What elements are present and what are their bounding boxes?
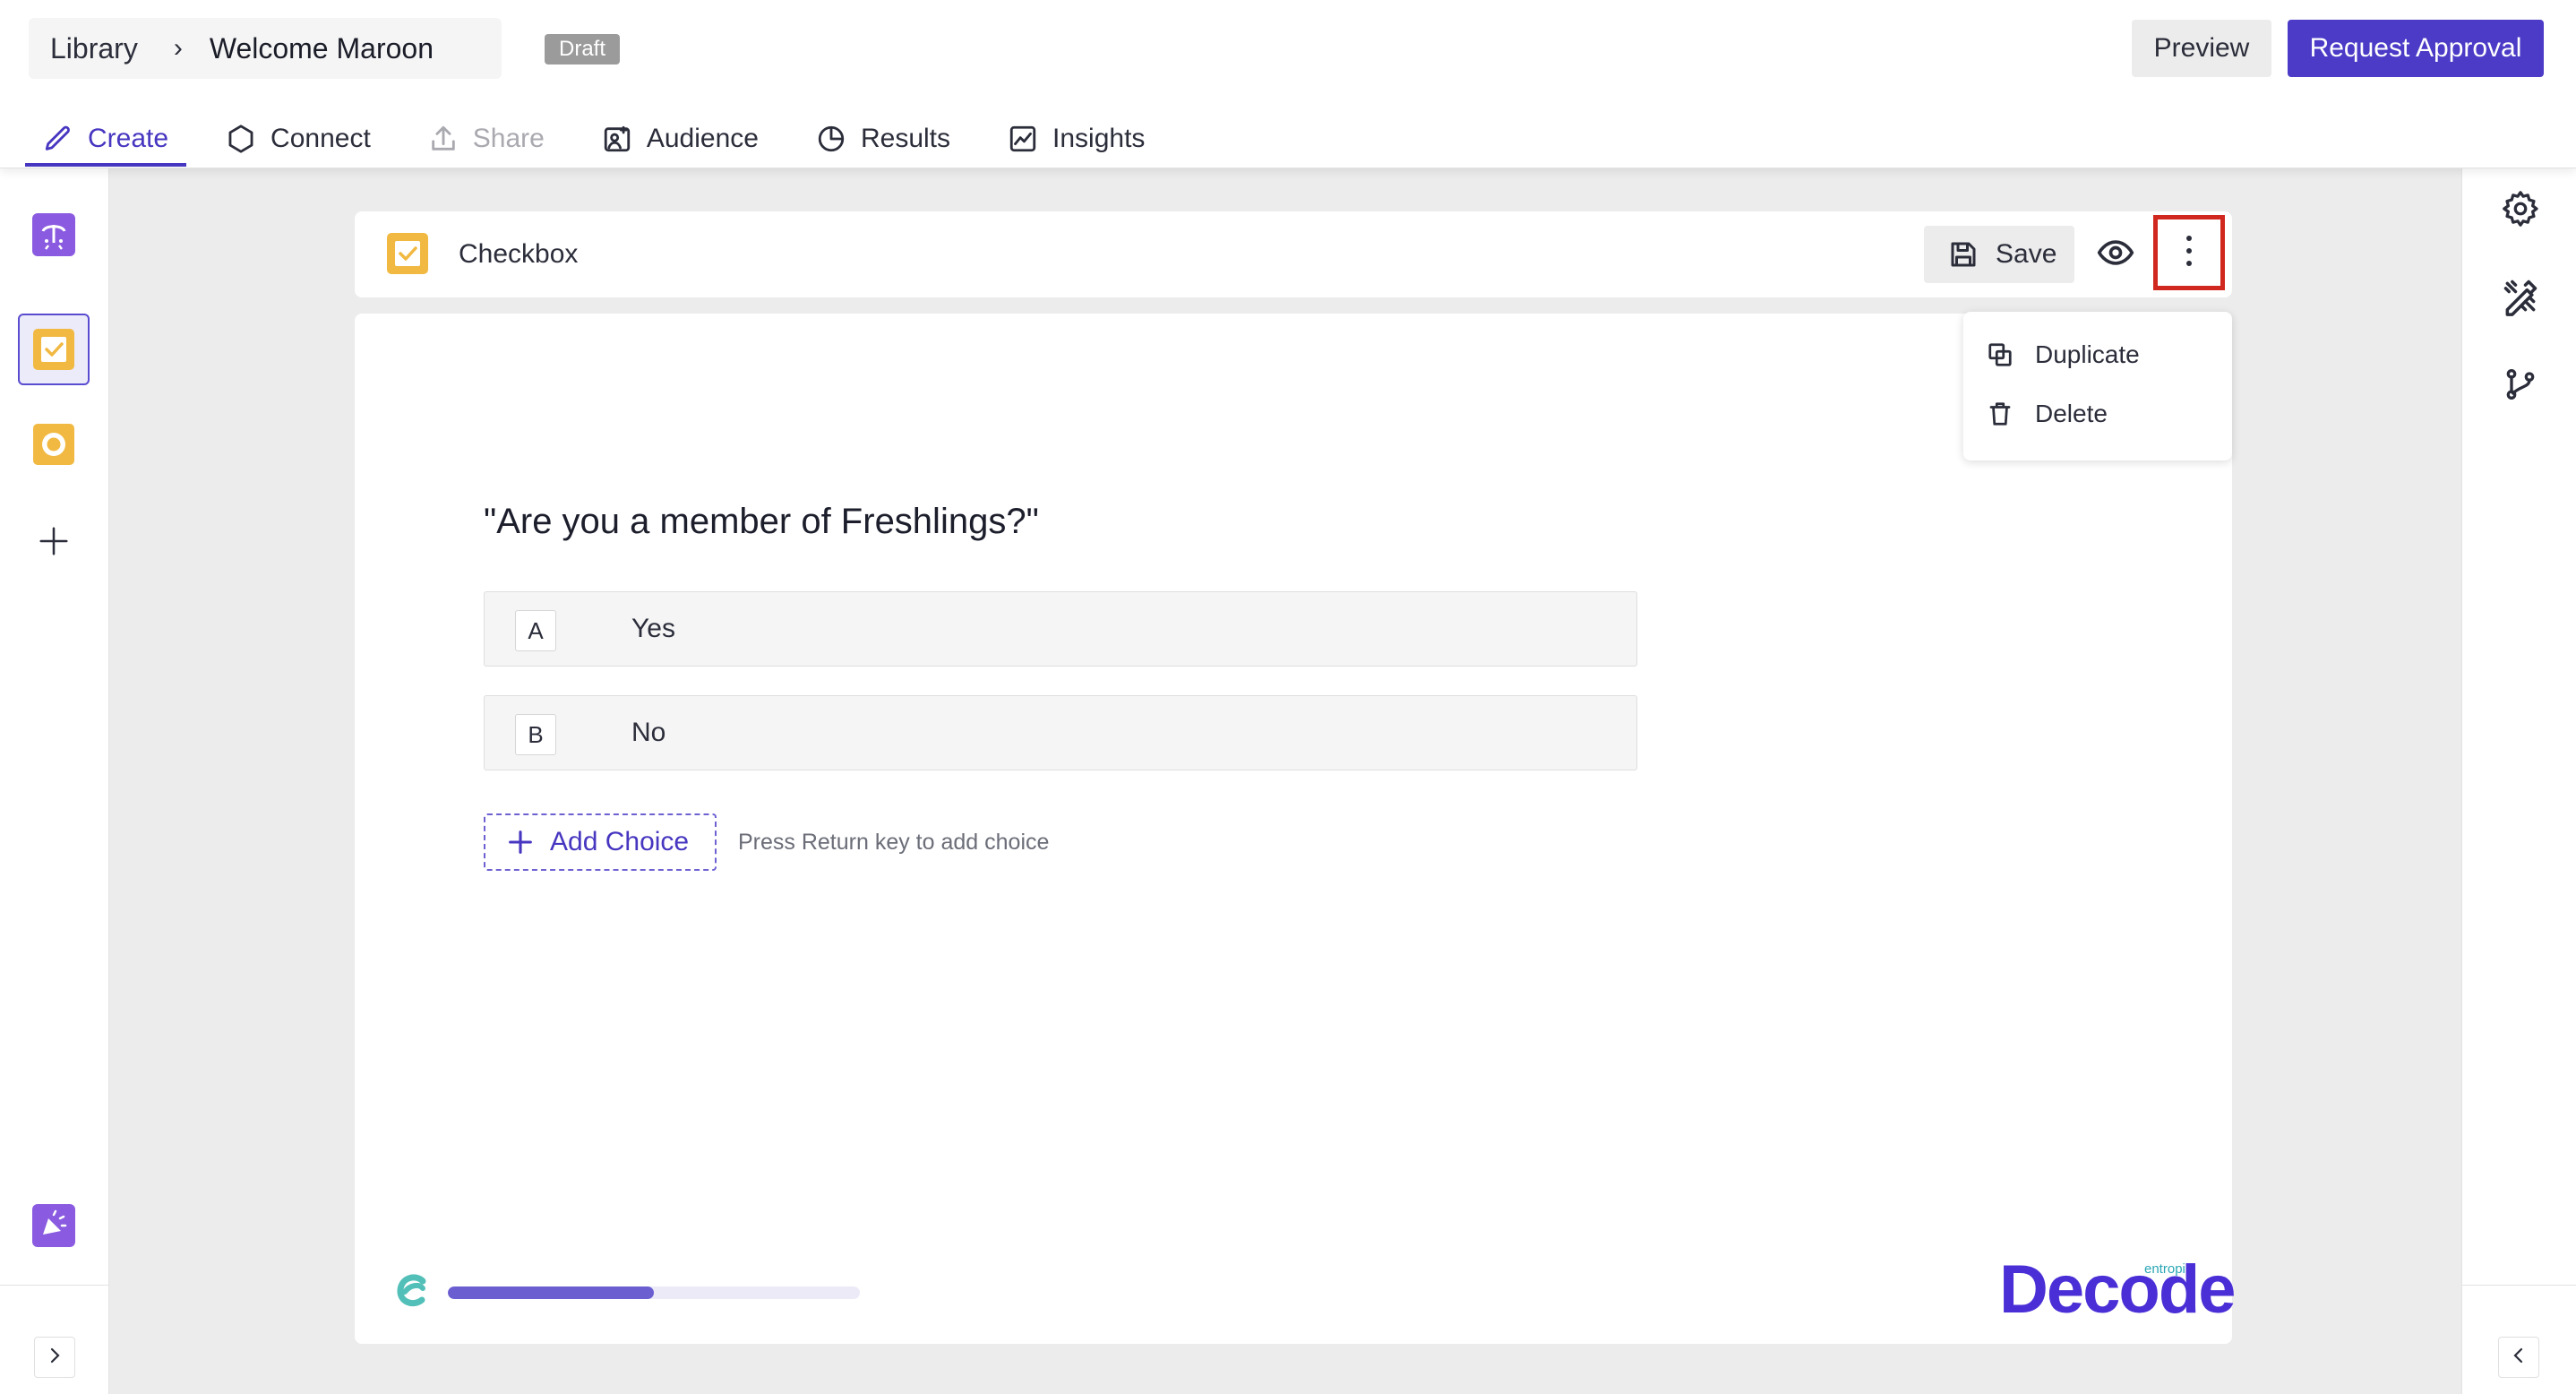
tab-share[interactable]: Share (410, 111, 562, 167)
properties-sidebar (2461, 168, 2576, 1394)
hexagon-icon (226, 124, 256, 154)
tab-connect[interactable]: Connect (208, 111, 389, 167)
question-canvas: "Are you a member of Freshlings?" A Yes … (355, 314, 2237, 1344)
tab-audience[interactable]: Audience (584, 111, 777, 167)
menu-item-duplicate[interactable]: Duplicate (1963, 328, 2232, 382)
study-title[interactable]: Welcome Maroon (210, 32, 434, 65)
top-header: Library › Welcome Maroon Draft Preview R… (0, 0, 2576, 168)
upload-icon (428, 124, 459, 154)
add-choice-label: Add Choice (550, 827, 690, 856)
tab-results[interactable]: Results (798, 111, 968, 167)
save-label: Save (1996, 239, 2057, 269)
audience-icon (602, 124, 632, 154)
menu-item-delete[interactable]: Delete (1963, 387, 2232, 441)
tab-label: Share (472, 124, 545, 153)
add-block-icon[interactable] (18, 505, 90, 577)
more-vertical-icon (2184, 231, 2194, 275)
trash-icon (1987, 400, 2014, 427)
expand-sidebar-button[interactable] (34, 1337, 75, 1378)
pie-chart-icon (816, 124, 846, 154)
more-options-menu: Duplicate Delete (1963, 312, 2232, 460)
menu-item-label: Duplicate (2035, 340, 2140, 368)
question-text[interactable]: "Are you a member of Freshlings?" (484, 502, 1039, 542)
checkbox-icon (385, 231, 430, 276)
progress-bar (448, 1286, 860, 1299)
welcome-block-icon[interactable] (18, 199, 90, 271)
add-choice-button[interactable]: Add Choice (484, 813, 717, 871)
add-choice-hint: Press Return key to add choice (738, 830, 1050, 855)
question-toolbar: Checkbox Save (355, 211, 2232, 297)
radio-block-icon[interactable] (18, 409, 90, 480)
save-icon (1947, 238, 1979, 271)
save-button[interactable]: Save (1924, 226, 2074, 283)
sidebar-divider (0, 1285, 109, 1286)
main-tabs: Create Connect Share Audience Results In… (25, 111, 1184, 167)
status-badge: Draft (545, 34, 621, 65)
choice-row[interactable]: B No (484, 695, 1637, 770)
chevron-right-icon (44, 1345, 65, 1371)
tab-label: Results (860, 124, 951, 153)
collapse-sidebar-button[interactable] (2498, 1337, 2539, 1378)
question-type-label: Checkbox (459, 239, 579, 269)
duplicate-icon (1987, 341, 2014, 368)
choice-key: A (515, 610, 556, 651)
tab-label: Create (88, 124, 169, 153)
choice-label[interactable]: No (631, 718, 665, 748)
sidebar-divider (2462, 1285, 2576, 1286)
progress-bar-fill (448, 1286, 654, 1299)
checkbox-block-icon[interactable] (18, 314, 90, 385)
tab-label: Audience (646, 124, 759, 153)
more-options-button[interactable] (2153, 215, 2225, 290)
brand-decode-logo: Decode (1999, 1252, 2237, 1328)
block-list-sidebar (0, 168, 109, 1394)
preview-button[interactable]: Preview (2132, 20, 2271, 77)
pencil-icon (43, 124, 73, 154)
choice-row[interactable]: A Yes (484, 591, 1637, 667)
choice-key: B (515, 714, 556, 755)
menu-item-label: Delete (2035, 400, 2108, 427)
tab-insights[interactable]: Insights (990, 111, 1163, 167)
tab-create[interactable]: Create (25, 111, 187, 167)
eye-icon (2096, 233, 2135, 277)
plus-icon (505, 827, 536, 857)
request-approval-button[interactable]: Request Approval (2288, 20, 2544, 77)
line-chart-icon (1008, 124, 1038, 154)
breadcrumb: Library › Welcome Maroon (29, 18, 502, 79)
breadcrumb-separator: › (173, 33, 183, 63)
design-tools-icon[interactable] (2500, 276, 2541, 317)
tab-label: Connect (270, 124, 371, 153)
tab-label: Insights (1052, 124, 1146, 153)
choice-label[interactable]: Yes (631, 614, 675, 644)
thank-you-block-icon[interactable] (18, 1190, 90, 1261)
breadcrumb-library-link[interactable]: Library (50, 32, 138, 65)
preview-question-button[interactable] (2094, 233, 2137, 276)
settings-icon[interactable] (2500, 188, 2541, 229)
entropik-logo-icon (392, 1270, 434, 1312)
chevron-left-icon (2508, 1345, 2529, 1371)
branch-logic-icon[interactable] (2500, 364, 2541, 405)
